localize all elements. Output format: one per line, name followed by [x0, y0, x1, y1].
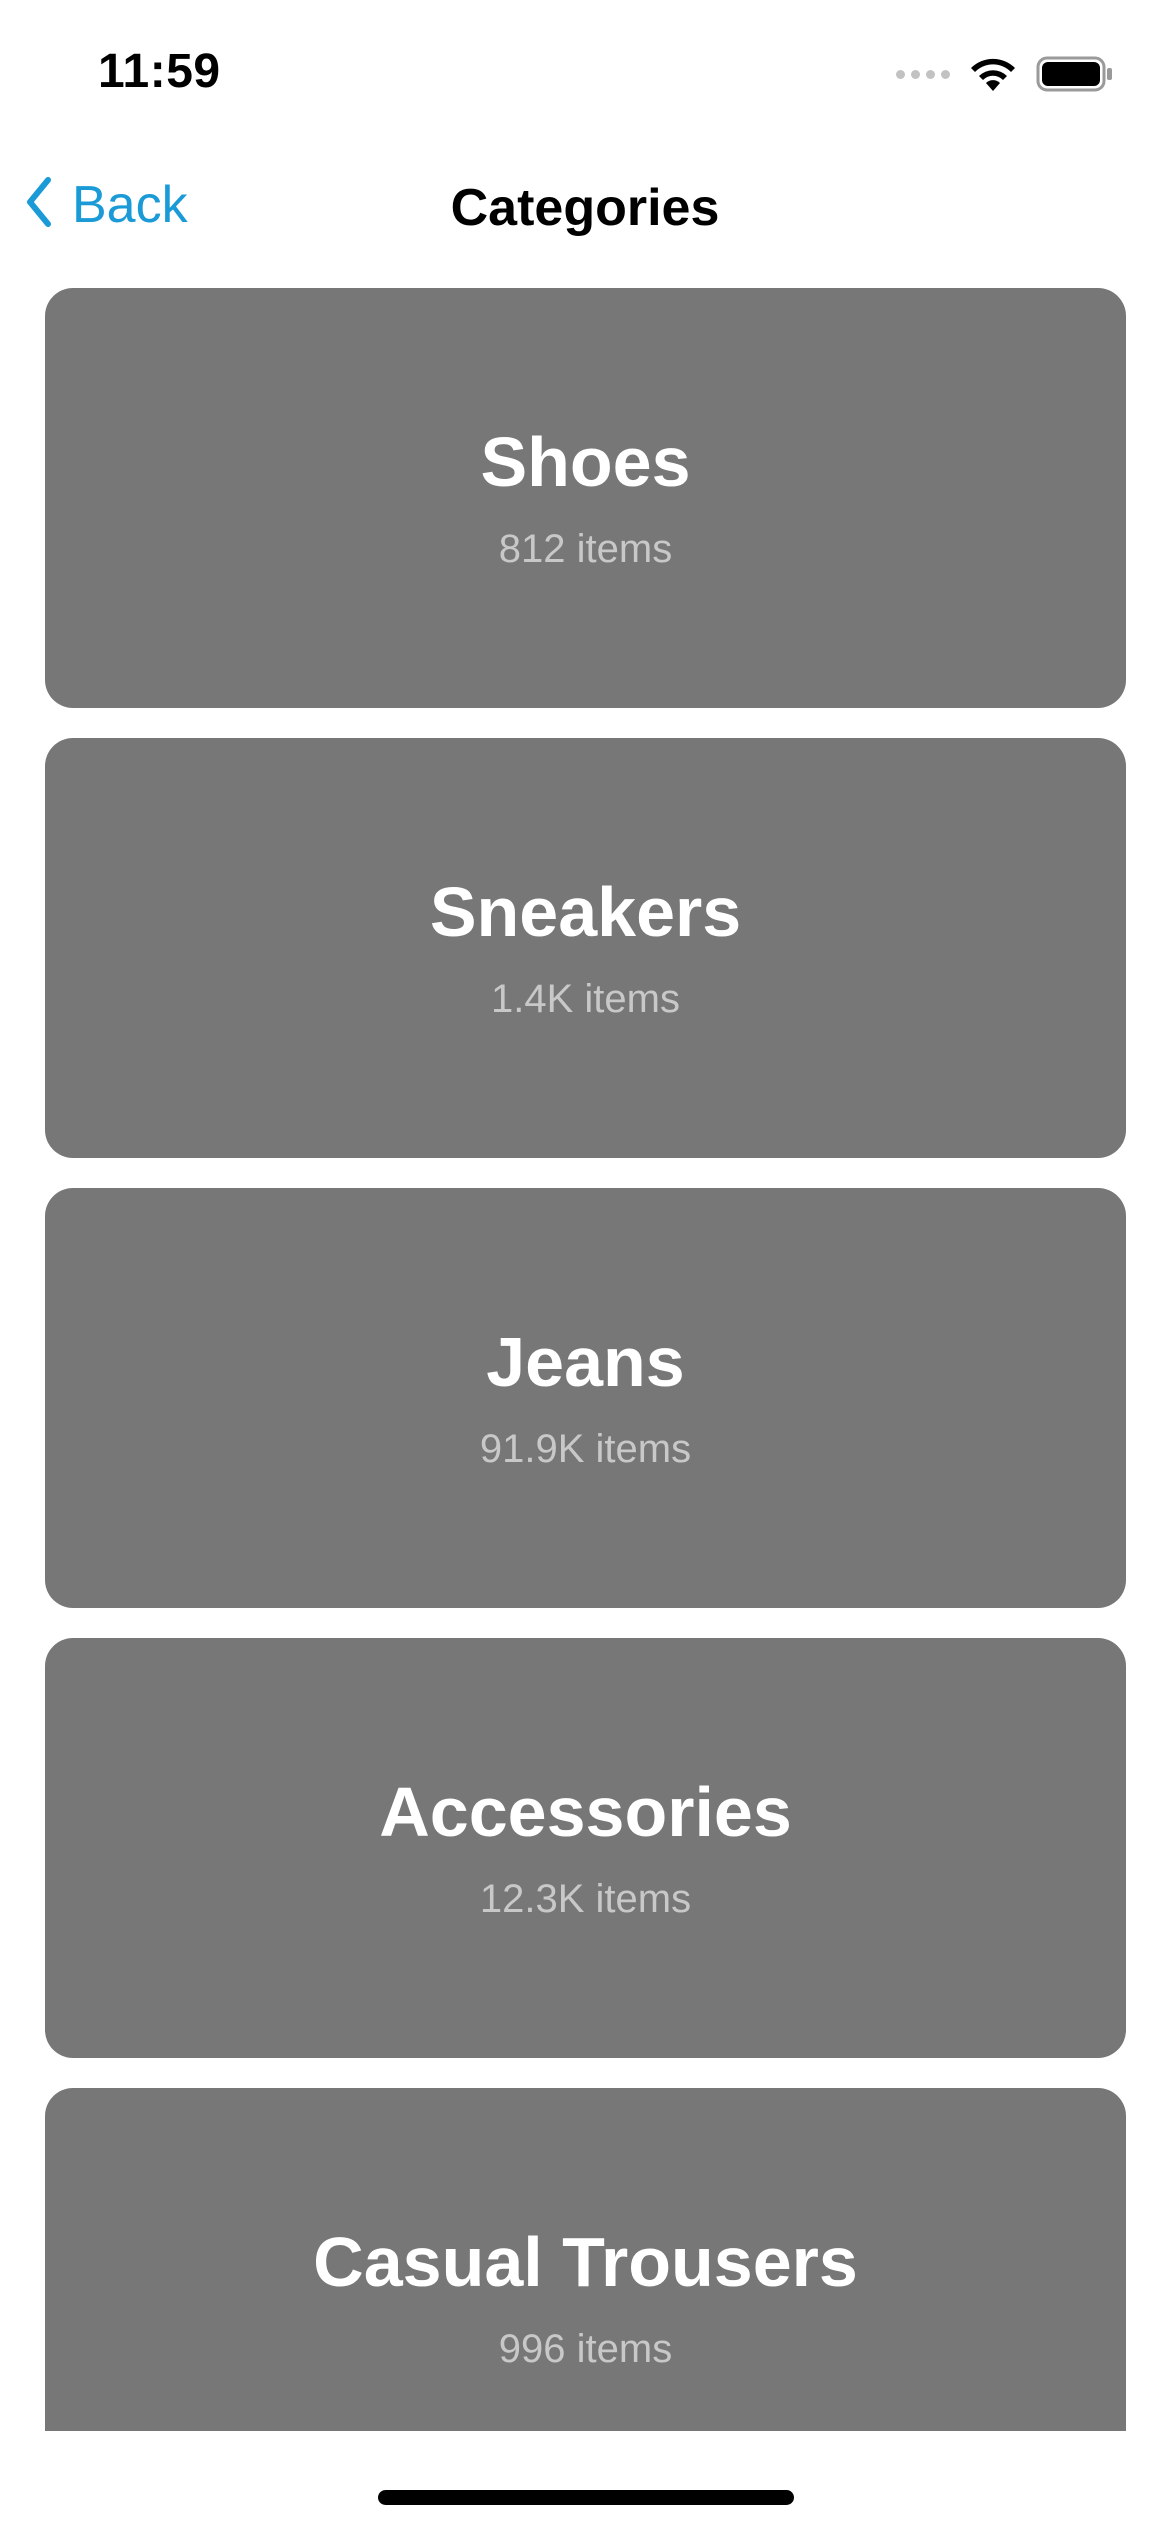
status-time: 11:59: [98, 45, 221, 98]
category-list[interactable]: Shoes 812 items Sneakers 1.4K items Jean…: [45, 288, 1126, 2431]
home-indicator[interactable]: [378, 2490, 794, 2505]
category-card-accessories[interactable]: Accessories 12.3K items: [45, 1638, 1126, 2058]
category-card-shoes[interactable]: Shoes 812 items: [45, 288, 1126, 708]
category-card-jeans[interactable]: Jeans 91.9K items: [45, 1188, 1126, 1608]
category-item-count: 91.9K items: [479, 1427, 692, 1471]
wifi-icon: [968, 55, 1018, 93]
category-name: Jeans: [486, 1323, 685, 1401]
category-name: Accessories: [379, 1773, 792, 1851]
page-title: Categories: [450, 179, 720, 237]
category-name: Casual Trousers: [313, 2223, 858, 2301]
category-item-count: 1.4K items: [491, 977, 680, 1021]
category-card-casual-trousers[interactable]: Casual Trousers 996 items: [45, 2088, 1126, 2431]
battery-icon: [1036, 55, 1114, 93]
category-name: Shoes: [480, 423, 691, 501]
status-indicators: [896, 52, 1114, 96]
status-bar: 11:59: [0, 0, 1170, 150]
category-item-count: 812 items: [498, 527, 673, 571]
category-item-count: 12.3K items: [479, 1877, 692, 1921]
cellular-signal-icon: [896, 69, 950, 79]
category-name: Sneakers: [429, 873, 742, 951]
navigation-bar: Back Categories: [0, 150, 1170, 268]
category-item-count: 996 items: [498, 2327, 673, 2371]
category-card-sneakers[interactable]: Sneakers 1.4K items: [45, 738, 1126, 1158]
